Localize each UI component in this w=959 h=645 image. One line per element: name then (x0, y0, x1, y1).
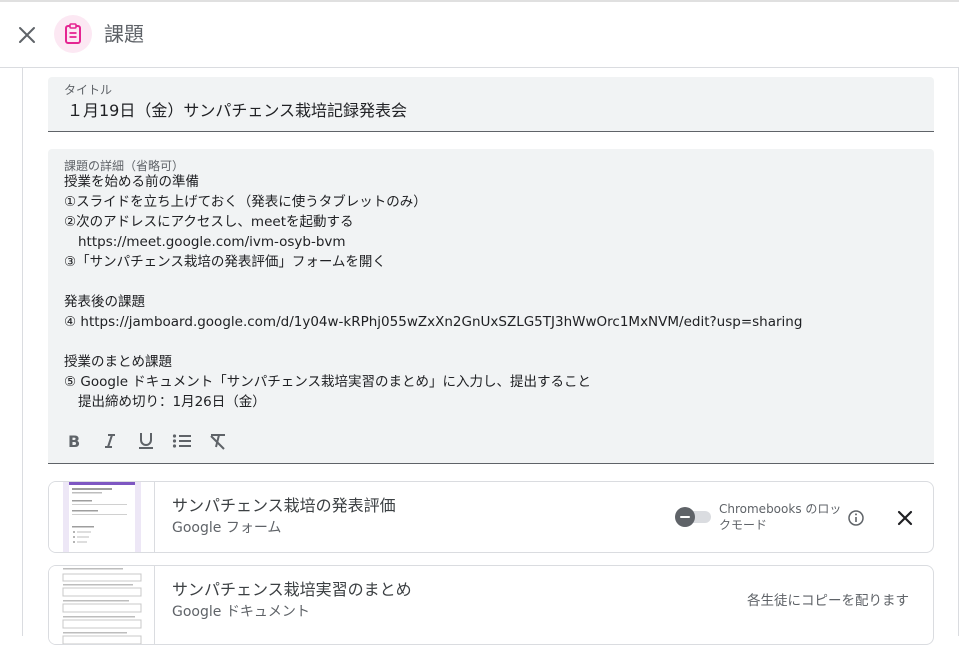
underline-icon (139, 433, 153, 449)
description-line: ①スライドを立ち上げておく（発表に使うタブレットのみ） (64, 194, 427, 210)
assignment-icon (54, 15, 92, 53)
attachment-type: Google ドキュメント (172, 604, 310, 620)
bulleted-list-icon (172, 434, 191, 448)
description-line: ⑤ Google ドキュメント「サンパチェンス栽培実習のまとめ」に入力し、提出す… (64, 374, 592, 390)
italic-button[interactable] (92, 429, 128, 453)
description-line: 発表後の課題 (64, 294, 145, 310)
remove-attachment-button[interactable] (893, 506, 917, 530)
page-title: 課題 (104, 22, 144, 46)
description-text[interactable]: 授業を始める前の準備 ①スライドを立ち上げておく（発表に使うタブレットのみ） ②… (64, 172, 924, 412)
clear-formatting-icon (210, 434, 225, 450)
form-thumbnail (49, 482, 155, 552)
bold-icon: B (68, 433, 80, 449)
description-line: ③「サンパチェンス栽培の発表評価」フォームを開く (64, 254, 386, 270)
description-line: 授業のまとめ課題 (64, 354, 172, 370)
close-button[interactable] (12, 20, 42, 50)
left-divider (22, 68, 23, 636)
close-icon (897, 510, 913, 526)
svg-text:B: B (68, 433, 80, 449)
attachment-title[interactable]: サンパチェンス栽培の発表評価 (172, 495, 396, 517)
description-line: 提出締め切り：1月26日（金） (78, 394, 266, 410)
description-line: ②次のアドレスにアクセスし、meetを起動する (64, 214, 354, 230)
toggle-knob (675, 507, 695, 527)
bulleted-list-button[interactable] (164, 429, 200, 453)
title-field[interactable]: タイトル １月19日（金）サンパチェンス栽培記録発表会 (48, 77, 934, 132)
description-line: https://meet.google.com/ivm-osyb-bvm (78, 234, 346, 250)
description-line (64, 332, 924, 352)
underline-button[interactable] (128, 429, 164, 453)
clear-formatting-button[interactable] (200, 429, 236, 453)
attachment-type: Google フォーム (172, 520, 282, 536)
formatting-toolbar: B (56, 429, 236, 453)
title-field-value[interactable]: １月19日（金）サンパチェンス栽培記録発表会 (67, 100, 407, 122)
doc-thumbnail (49, 566, 155, 644)
lock-mode-toggle[interactable] (675, 507, 713, 527)
dialog-header: 課題 (0, 2, 959, 68)
description-line: ④ https://jamboard.google.com/d/1y04w-kR… (64, 314, 803, 330)
attachment-card-doc[interactable]: サンパチェンス栽培実習のまとめ Google ドキュメント 各生徒にコピーを配り… (48, 565, 934, 645)
description-line: 授業を始める前の準備 (64, 174, 199, 190)
title-field-label: タイトル (64, 83, 113, 97)
attachment-title[interactable]: サンパチェンス栽培実習のまとめ (172, 579, 412, 601)
bold-button[interactable]: B (56, 429, 92, 453)
description-line (64, 272, 924, 292)
assignment-form: タイトル １月19日（金）サンパチェンス栽培記録発表会 課題の詳細（省略可） 授… (0, 68, 959, 645)
attachment-card-form[interactable]: サンパチェンス栽培の発表評価 Google フォーム Chromebooks の… (48, 481, 934, 553)
info-icon[interactable] (847, 509, 865, 527)
share-mode-selector[interactable]: 各生徒にコピーを配ります (747, 592, 909, 610)
close-icon (19, 27, 35, 43)
lock-mode-label: Chromebooks のロックモード (719, 502, 842, 532)
description-field[interactable]: 課題の詳細（省略可） 授業を始める前の準備 ①スライドを立ち上げておく（発表に使… (48, 149, 934, 464)
description-field-label: 課題の詳細（省略可） (64, 159, 185, 173)
italic-icon (105, 434, 115, 448)
